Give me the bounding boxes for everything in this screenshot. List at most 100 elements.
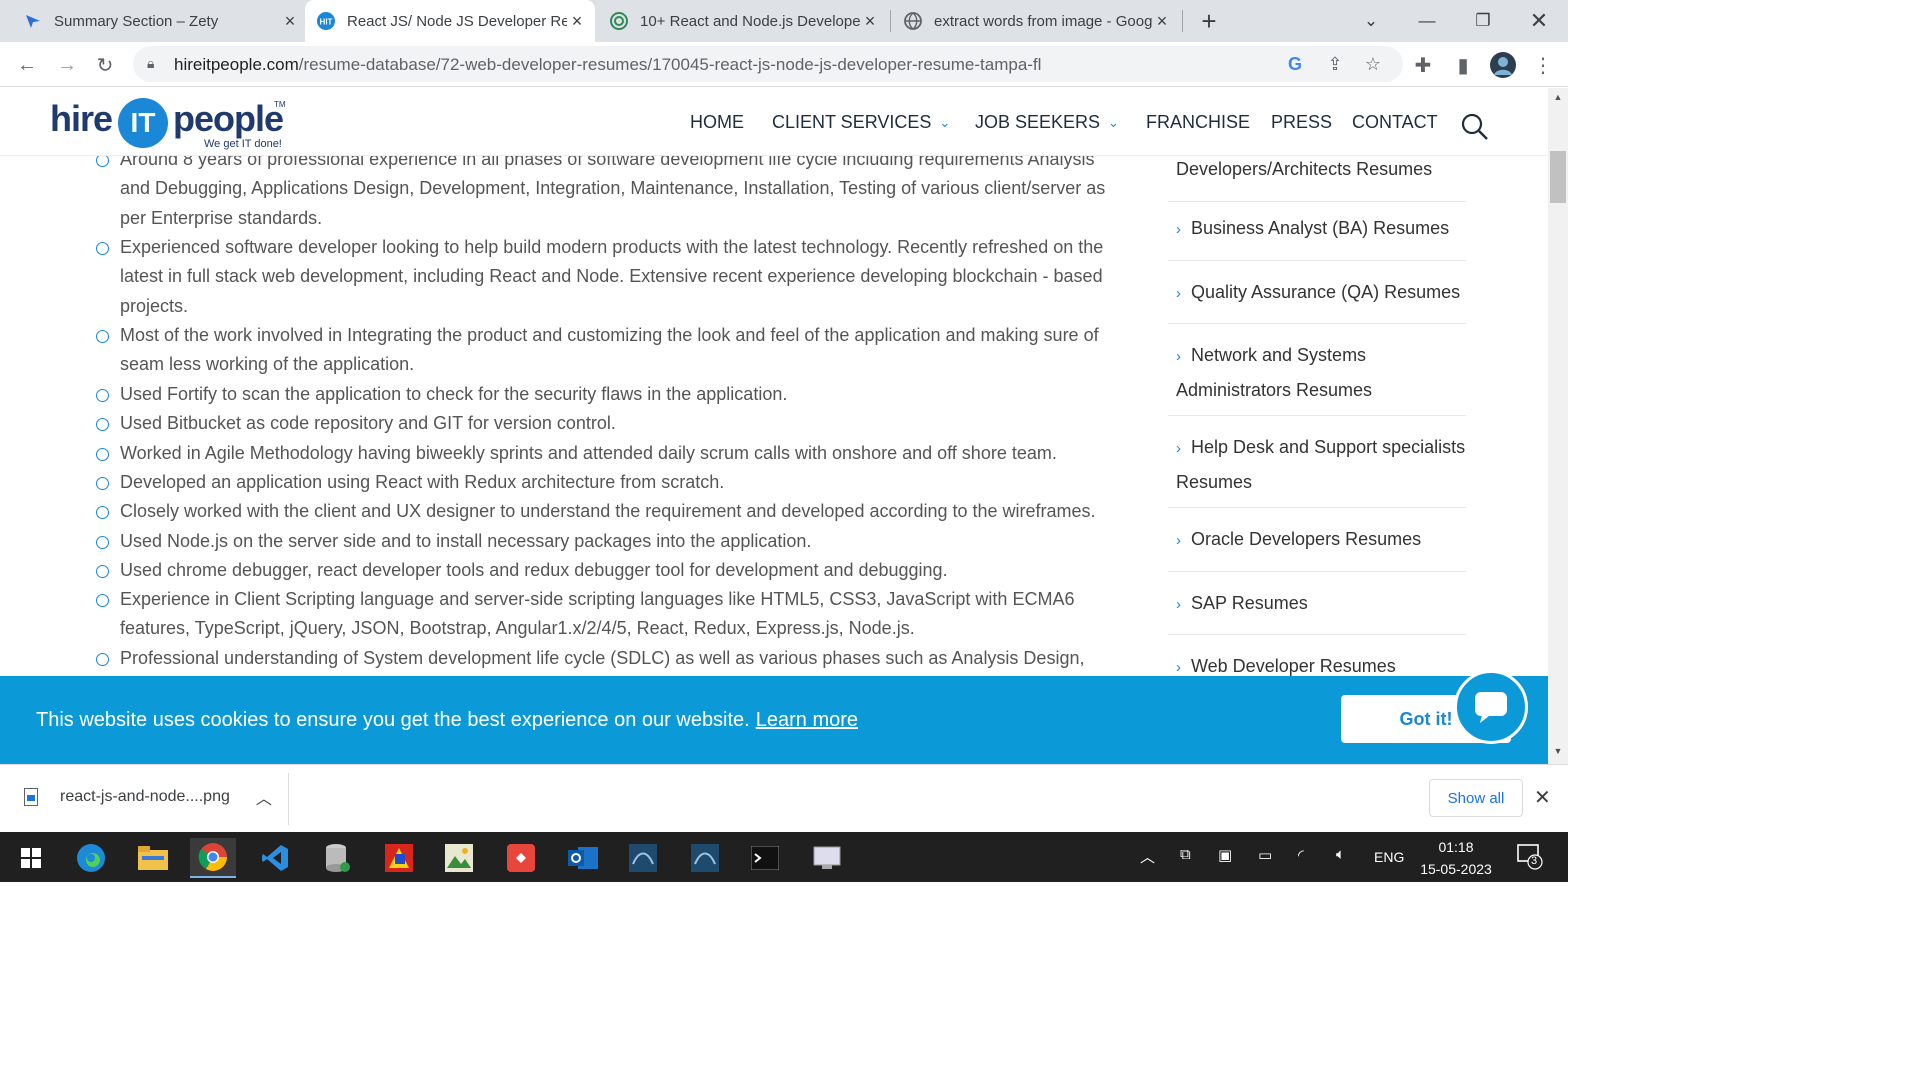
sidebar-item-help-desk[interactable]: › Help Desk and Support specialists Resum… [1176,431,1466,498]
nav-home[interactable]: HOME [690,112,744,133]
logo-hire: hire [50,98,113,139]
mysql-workbench-2-icon[interactable] [682,838,728,878]
database-app-icon[interactable] [314,838,360,878]
learn-more-link[interactable]: Learn more [756,709,858,731]
reload-icon[interactable]: ↻ [88,48,122,82]
divider [1168,571,1466,572]
lock-icon: 🔒︎ [147,55,155,71]
back-arrow-icon[interactable]: ← [10,48,44,82]
sidebar-item-oracle[interactable]: › Oracle Developers Resumes [1176,523,1466,558]
nav-client-services[interactable]: CLIENT SERVICES ⌄ [772,112,950,133]
nav-job-seekers[interactable]: JOB SEEKERS ⌄ [975,112,1119,133]
nav-label: HOME [690,112,744,132]
battery-icon[interactable]: ▭ [1258,846,1272,864]
show-hidden-icons-chevron-icon[interactable]: ︿ [1140,846,1155,867]
forward-arrow-icon[interactable]: → [50,48,84,82]
tab-react-node-developer[interactable]: 10+ React and Node.js Develope × [610,0,880,42]
url-text[interactable]: hireitpeople.com/resume-database/72-web-… [174,55,1041,75]
remote-desktop-icon[interactable] [804,838,850,878]
divider [1168,323,1466,324]
tab-extract-words[interactable]: extract words from image - Goog × [904,0,1172,42]
file-explorer-icon[interactable] [130,838,176,878]
edge-browser-icon[interactable] [68,838,114,878]
mysql-workbench-icon[interactable] [620,838,666,878]
sidebar-item-business-analyst[interactable]: › Business Analyst (BA) Resumes [1176,212,1466,247]
list-item: Most of the work involved in Integrating… [120,325,1099,375]
scroll-up-arrow-icon[interactable]: ▲ [1548,92,1568,106]
close-download-shelf-icon[interactable]: ✕ [1534,785,1551,810]
list-item: Experience in Client Scripting language … [120,589,1075,639]
download-shelf: react-js-and-node....png ︿ Show all ✕ [0,764,1568,832]
sidebar-item-label: Business Analyst (BA) Resumes [1191,218,1450,238]
anydesk-icon[interactable] [498,838,544,878]
bullet-circle-icon [96,477,109,490]
chevron-up-icon[interactable]: ︿ [256,785,272,809]
svg-text:HIT: HIT [320,18,333,27]
share-icon[interactable]: ⇪ [1321,50,1349,78]
nav-franchise[interactable]: FRANCHISE [1146,112,1250,133]
bookmark-star-icon[interactable]: ☆ [1359,50,1387,78]
chrome-taskbar-icon[interactable] [190,838,236,878]
show-all-downloads-button[interactable]: Show all [1429,779,1523,817]
new-tab-button[interactable]: + [1196,7,1222,35]
logo-it-circle: IT [118,98,168,148]
cookie-banner: This website uses cookies to ensure you … [0,676,1548,764]
bullet-circle-icon [96,330,109,343]
tab-react-node-resume[interactable]: HIT React JS/ Node JS Developer Res × [305,0,595,42]
chevron-right-icon: › [1176,659,1181,676]
profile-avatar[interactable] [1486,48,1520,82]
sidebar-item-label: Help Desk and Support specialists Resume… [1176,437,1466,492]
chat-widget-button[interactable] [1454,670,1528,744]
close-window-button[interactable]: ✕ [1514,0,1564,42]
scrollbar-thumb[interactable] [1550,151,1566,203]
globe-icon [904,12,922,30]
address-bar[interactable]: 🔒︎ hireitpeople.com/resume-database/72-w… [133,46,1403,82]
tab-title: Summary Section – Zety [54,12,219,30]
close-tab-icon[interactable]: × [567,11,587,31]
divider [1168,507,1466,508]
download-item[interactable]: react-js-and-node....png ︿ [24,785,272,809]
vscode-icon[interactable] [252,838,298,878]
terminal-icon[interactable] [742,838,788,878]
restore-window-button[interactable]: ❐ [1458,0,1508,42]
tab-zety[interactable]: Summary Section – Zety × [24,0,300,42]
windows-start-icon[interactable] [8,838,54,878]
notification-center-icon[interactable]: 3 [1516,842,1544,874]
language-indicator[interactable]: ENG [1374,849,1404,865]
close-tab-icon[interactable]: × [280,11,300,31]
nav-contact[interactable]: CONTACT [1352,112,1438,133]
display-icon[interactable]: ▣ [1218,846,1232,864]
sidebar-item-network-systems[interactable]: › Network and Systems Administrators Resu… [1176,339,1466,406]
scroll-down-arrow-icon[interactable]: ▼ [1548,746,1568,760]
chevron-right-icon: › [1176,596,1181,613]
browser-tab-strip: Summary Section – Zety × HIT React JS/ N… [0,0,1568,42]
search-icon[interactable] [1460,112,1490,142]
meet-now-icon[interactable]: ⧉ [1180,846,1191,863]
google-translate-icon[interactable]: G [1281,50,1309,78]
minimize-window-button[interactable]: — [1402,0,1452,42]
page-scrollbar[interactable]: ▲ ▼ [1548,88,1568,764]
logo-people: people [173,98,284,139]
side-panel-icon[interactable]: ▮ [1446,48,1480,82]
sidebar-item-sap[interactable]: › SAP Resumes [1176,587,1466,622]
paint-app-icon[interactable] [376,838,422,878]
extensions-puzzle-icon[interactable]: ✚ [1406,48,1440,82]
close-tab-icon[interactable]: × [1152,11,1172,31]
sidebar-item-label: SAP Resumes [1191,593,1308,613]
tab-title: 10+ React and Node.js Develope [640,12,860,30]
sidebar-item-developers-architects[interactable]: Developers/Architects Resumes [1176,153,1466,186]
close-tab-icon[interactable]: × [860,11,880,31]
tab-search-chevron-icon[interactable]: ⌄ [1346,0,1396,42]
site-logo[interactable]: hire IT people TM We get IT done! [50,98,290,152]
sidebar-item-quality-assurance[interactable]: › Quality Assurance (QA) Resumes [1176,276,1466,311]
tab-separator [890,10,891,32]
wifi-icon[interactable]: ◜ [1298,846,1304,864]
outlook-icon[interactable] [560,838,606,878]
divider [1168,415,1466,416]
system-clock[interactable]: 01:18 15-05-2023 [1418,836,1494,880]
volume-icon[interactable]: 🔈︎ [1336,846,1345,863]
clock-date: 15-05-2023 [1420,861,1492,877]
nav-press[interactable]: PRESS [1271,112,1332,133]
image-viewer-icon[interactable] [436,838,482,878]
chrome-menu-icon[interactable]: ⋮ [1526,48,1560,82]
